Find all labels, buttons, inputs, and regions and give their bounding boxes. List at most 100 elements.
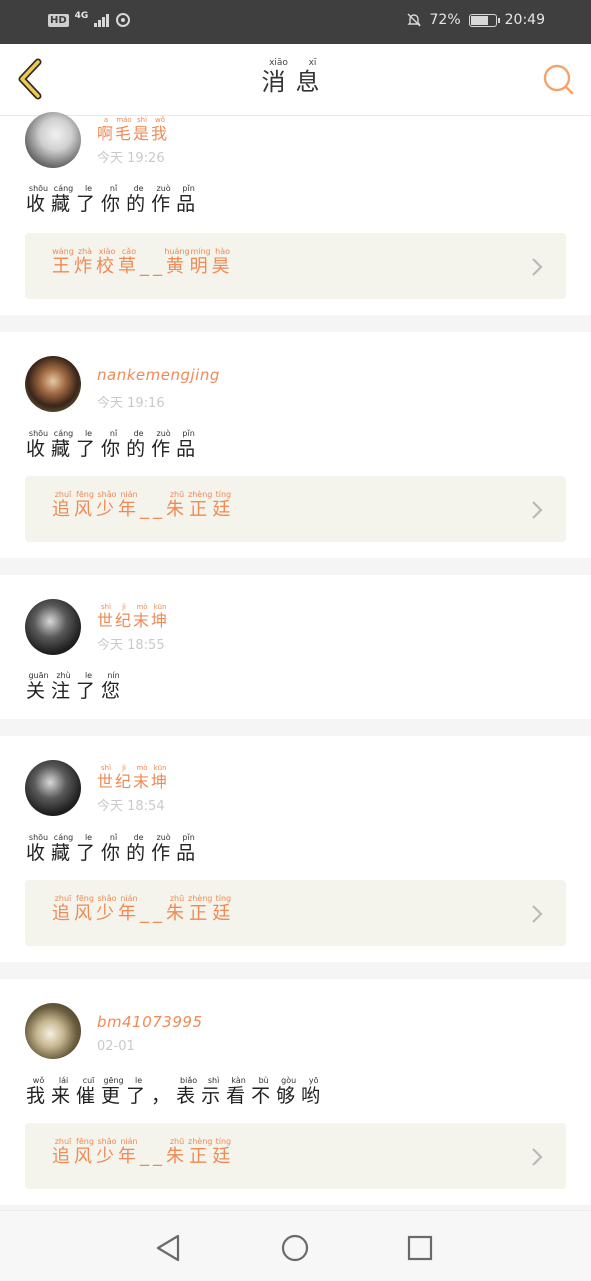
ruby-char: 消xiāo xyxy=(261,58,296,96)
message-card[interactable]: 啊a毛máo是shì我wǒ 今天 19:26 收shōu藏cáng了le你nǐ的… xyxy=(0,112,591,315)
ruby-char: 世shì xyxy=(97,764,116,791)
ruby-char: 朱zhū xyxy=(166,1137,188,1167)
triangle-back-icon[interactable] xyxy=(152,1231,186,1265)
message-time: 今天 18:55 xyxy=(97,638,165,653)
ruby-char: 来lái xyxy=(51,1076,77,1107)
ruby-char: 朱zhū xyxy=(166,490,188,520)
ruby-char: 了le xyxy=(126,1076,152,1107)
ruby-char: 看kàn xyxy=(226,1076,252,1107)
avatar[interactable] xyxy=(25,599,81,655)
square-recents-icon[interactable] xyxy=(403,1231,437,1265)
message-text: 我wǒ来lái催cuī更gēng了le，表biǎo示shì看kàn不bù够gòu… xyxy=(26,1076,326,1108)
sender-name[interactable]: bm41073995 xyxy=(97,1013,202,1031)
work-link[interactable]: 王wáng炸zhà校xiào草cǎo__黄huáng明míng昊hào xyxy=(25,233,566,299)
ruby-char: 少shǎo xyxy=(96,894,118,924)
ruby-char: 你nǐ xyxy=(101,833,127,864)
ruby-char: 关guān xyxy=(26,671,52,702)
network-type: 4G xyxy=(74,11,89,21)
ruby-char: 明míng xyxy=(189,247,212,277)
clock: 20:49 xyxy=(504,12,545,28)
ruby-char: 你nǐ xyxy=(101,429,127,460)
ruby-char: 年nián xyxy=(118,1137,140,1167)
system-nav-bar xyxy=(0,1210,591,1281)
avatar[interactable] xyxy=(25,1003,81,1059)
plain-char: __ xyxy=(140,256,166,277)
ruby-char: 您nín xyxy=(101,671,127,702)
ruby-char: 坤kūn xyxy=(151,764,170,791)
search-icon[interactable] xyxy=(541,62,575,96)
ruby-char: 品pǐn xyxy=(176,184,202,215)
message-card[interactable]: 世shì纪jì末mò坤kūn 今天 18:54 收shōu藏cáng了le你nǐ… xyxy=(0,736,591,962)
chevron-right-icon xyxy=(532,258,543,276)
ruby-char: 了le xyxy=(76,184,102,215)
app-header: 消xiāo息xī xyxy=(0,44,591,116)
circle-home-icon[interactable] xyxy=(278,1231,312,1265)
ruby-char: 哟yō xyxy=(301,1076,327,1107)
ruby-char: 年nián xyxy=(118,490,140,520)
message-text: 关guān注zhù了le您nín xyxy=(26,671,126,703)
work-link[interactable]: 追zhuī风fēng少shǎo年nián__朱zhū正zhèng廷tíng xyxy=(25,1123,566,1189)
ruby-char: 收shōu xyxy=(26,184,52,215)
ruby-char: 纪jì xyxy=(115,603,134,630)
ruby-char: 正zhèng xyxy=(188,490,213,520)
ruby-char: 了le xyxy=(76,429,102,460)
chevron-right-icon xyxy=(532,905,543,923)
ruby-char: 藏cáng xyxy=(51,833,77,864)
ruby-char: 是shì xyxy=(133,116,152,143)
ruby-char: 追zhuī xyxy=(52,490,74,520)
mute-bell-icon xyxy=(406,13,421,27)
sender-name[interactable]: 世shì纪jì末mò坤kūn xyxy=(97,603,169,631)
sync-icon xyxy=(116,13,131,27)
ruby-char: 注zhù xyxy=(51,671,77,702)
ruby-char: 够gòu xyxy=(276,1076,302,1107)
message-time: 今天 19:16 xyxy=(97,396,165,411)
message-card[interactable]: nankemengjing 今天 19:16 收shōu藏cáng了le你nǐ的… xyxy=(0,332,591,558)
ruby-char: 啊a xyxy=(97,116,116,143)
sender-name[interactable]: 世shì纪jì末mò坤kūn xyxy=(97,764,169,792)
avatar[interactable] xyxy=(25,356,81,412)
message-card[interactable]: 世shì纪jì末mò坤kūn 今天 18:55 关guān注zhù了le您nín xyxy=(0,575,591,719)
ruby-char: 品pǐn xyxy=(176,833,202,864)
message-text: 收shōu藏cáng了le你nǐ的de作zuò品pǐn xyxy=(26,833,201,865)
ruby-char: 正zhèng xyxy=(188,1137,213,1167)
plain-char: __ xyxy=(140,903,166,924)
work-title: 王wáng炸zhà校xiào草cǎo__黄huáng明míng昊hào xyxy=(52,247,234,278)
work-link[interactable]: 追zhuī风fēng少shǎo年nián__朱zhū正zhèng廷tíng xyxy=(25,476,566,542)
ruby-char: 少shǎo xyxy=(96,1137,118,1167)
ruby-char: 廷tíng xyxy=(212,490,235,520)
message-card[interactable]: bm41073995 02-01 我wǒ来lái催cuī更gēng了le，表bi… xyxy=(0,979,591,1205)
ruby-char: 风fēng xyxy=(74,1137,96,1167)
ruby-char: 作zuò xyxy=(151,833,177,864)
ruby-char: 藏cáng xyxy=(51,429,77,460)
ruby-char: 追zhuī xyxy=(52,894,74,924)
ruby-char: 王wáng xyxy=(52,247,74,277)
ruby-char: 风fēng xyxy=(74,490,96,520)
ruby-char: 作zuò xyxy=(151,184,177,215)
ruby-char: 末mò xyxy=(133,603,152,630)
ruby-char: 草cǎo xyxy=(118,247,140,277)
status-bar: HD 4G 72% 20:49 xyxy=(0,0,591,44)
ruby-char: 年nián xyxy=(118,894,140,924)
ruby-char: 廷tíng xyxy=(212,894,235,924)
work-link[interactable]: 追zhuī风fēng少shǎo年nián__朱zhū正zhèng廷tíng xyxy=(25,880,566,946)
ruby-char: 息xī xyxy=(295,58,330,96)
status-right: 72% 20:49 xyxy=(406,12,545,28)
plain-char: __ xyxy=(140,499,166,520)
plain-char: ， xyxy=(151,1085,177,1107)
chevron-right-icon xyxy=(532,501,543,519)
message-text: 收shōu藏cáng了le你nǐ的de作zuò品pǐn xyxy=(26,184,201,216)
avatar[interactable] xyxy=(25,112,81,168)
ruby-char: 世shì xyxy=(97,603,116,630)
status-left: HD 4G xyxy=(48,11,131,28)
sender-name[interactable]: 啊a毛máo是shì我wǒ xyxy=(97,116,169,144)
ruby-char: 示shì xyxy=(201,1076,227,1107)
ruby-char: 的de xyxy=(126,429,152,460)
ruby-char: 更gēng xyxy=(101,1076,127,1107)
avatar[interactable] xyxy=(25,760,81,816)
ruby-char: 廷tíng xyxy=(212,1137,235,1167)
ruby-char: 收shōu xyxy=(26,429,52,460)
ruby-char: 炸zhà xyxy=(74,247,96,277)
sender-name[interactable]: nankemengjing xyxy=(97,366,220,384)
ruby-char: 不bù xyxy=(251,1076,277,1107)
ruby-char: 黄huáng xyxy=(164,247,190,277)
